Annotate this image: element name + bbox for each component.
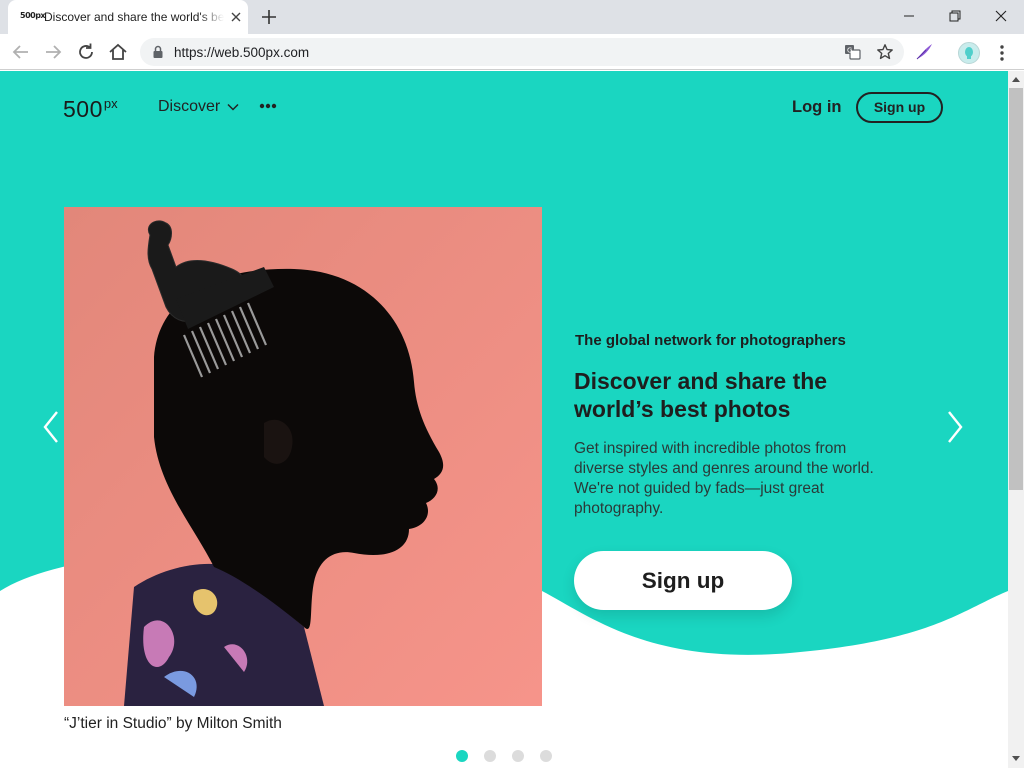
carousel-prev-chevron-icon[interactable] <box>40 409 62 445</box>
discover-menu[interactable]: Discover <box>158 98 239 116</box>
carousel-dot[interactable] <box>540 750 552 762</box>
minimize-window-icon[interactable] <box>886 0 932 32</box>
carousel-dot[interactable] <box>456 750 468 762</box>
close-window-icon[interactable] <box>978 0 1024 32</box>
feather-extension-icon[interactable] <box>914 42 934 67</box>
reload-icon[interactable] <box>75 41 97 63</box>
back-arrow-icon[interactable] <box>10 41 32 63</box>
tab-title: Discover and share the world's best phot… <box>44 10 224 24</box>
hero-headline: Discover and share the world’s best phot… <box>574 368 828 422</box>
page-scrollbar[interactable] <box>1008 71 1024 768</box>
url-text: https://web.500px.com <box>174 45 310 60</box>
scroll-down-arrow-icon[interactable] <box>1008 750 1024 767</box>
hero-eyebrow: The global network for photographers <box>575 332 846 349</box>
carousel-dot[interactable] <box>484 750 496 762</box>
kebab-menu-icon[interactable] <box>996 44 1008 62</box>
profile-avatar-icon[interactable] <box>958 42 980 64</box>
new-tab-plus-icon[interactable] <box>260 8 278 26</box>
photo-caption[interactable]: “J’tier in Studio” by Milton Smith <box>64 715 282 733</box>
browser-tab[interactable]: 500px Discover and share the world's bes… <box>8 0 248 34</box>
address-bar[interactable]: https://web.500px.com G <box>140 38 904 66</box>
logo-text: 500 <box>63 96 103 122</box>
logo-superscript: px <box>103 96 118 111</box>
discover-label: Discover <box>158 98 221 115</box>
restore-window-icon[interactable] <box>932 0 978 32</box>
hero-photo <box>64 207 542 706</box>
svg-text:G: G <box>847 47 852 55</box>
browser-toolbar: https://web.500px.com G <box>0 34 1024 70</box>
forward-arrow-icon[interactable] <box>42 41 64 63</box>
page-viewport: 500px Discover Log in Sign up “J’tier in… <box>0 71 1008 768</box>
site-logo[interactable]: 500px <box>63 96 139 122</box>
login-link[interactable]: Log in <box>792 98 841 117</box>
chevron-down-icon <box>227 103 239 111</box>
tab-favicon: 500px <box>20 11 46 20</box>
carousel-next-chevron-icon[interactable] <box>944 409 966 445</box>
carousel-dot[interactable] <box>512 750 524 762</box>
translate-icon[interactable]: G <box>844 44 861 65</box>
scroll-up-arrow-icon[interactable] <box>1008 71 1024 88</box>
close-tab-icon[interactable] <box>228 9 244 25</box>
more-menu-icon[interactable] <box>258 98 278 114</box>
scrollbar-thumb[interactable] <box>1009 88 1023 490</box>
header-signup-button[interactable]: Sign up <box>856 92 943 123</box>
home-icon[interactable] <box>107 41 129 63</box>
hero-description: Get inspired with incredible photos from… <box>574 440 874 517</box>
lock-icon[interactable] <box>152 45 164 64</box>
hero-signup-button[interactable]: Sign up <box>574 551 792 610</box>
bookmark-star-icon[interactable] <box>876 43 894 66</box>
browser-tab-strip: 500px Discover and share the world's bes… <box>0 0 1024 34</box>
